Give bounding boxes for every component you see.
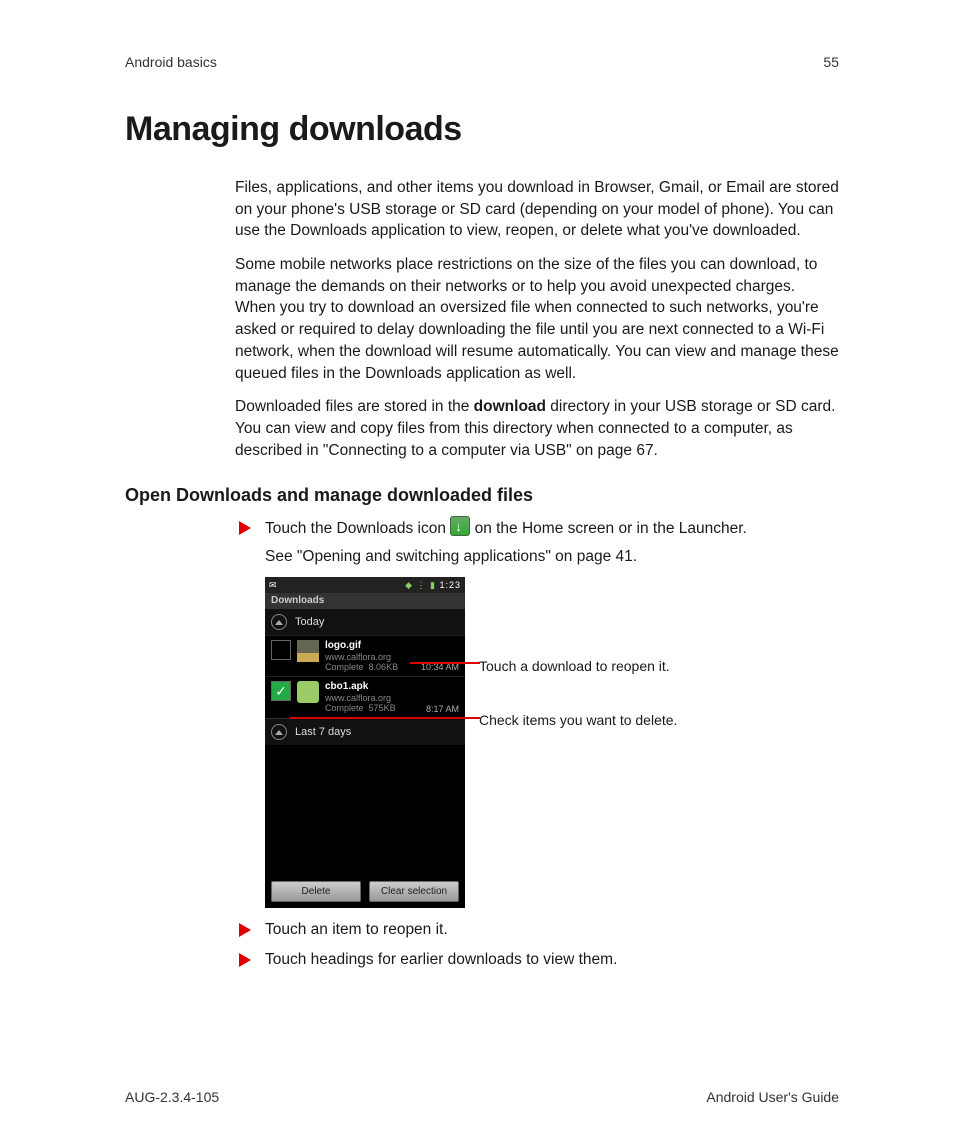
step-subtext: See "Opening and switching applications"… <box>265 545 839 569</box>
figure: ✉ ◆ ⋮ ▮ 1:23 Downloads Today logo.gif ww… <box>265 577 839 907</box>
callout-text: Check items you want to delete. <box>479 711 677 729</box>
download-item[interactable]: logo.gif www.calflora.org Complete 8.06K… <box>265 635 465 676</box>
step-bullet-icon <box>239 953 251 967</box>
section-name: Android basics <box>125 54 217 70</box>
doc-id: AUG-2.3.4-105 <box>125 1089 219 1105</box>
file-thumbnail <box>297 681 319 703</box>
phone-screenshot: ✉ ◆ ⋮ ▮ 1:23 Downloads Today logo.gif ww… <box>265 577 465 907</box>
status-left-icons: ✉ <box>269 580 277 591</box>
page-number: 55 <box>823 54 839 70</box>
button-bar: Delete Clear selection <box>265 875 465 908</box>
step-bullet-icon <box>239 521 251 535</box>
page-title: Managing downloads <box>125 110 839 149</box>
download-item[interactable]: ✓ cbo1.apk www.calflora.org Complete 575… <box>265 676 465 717</box>
callout-line <box>410 662 480 664</box>
callout-line <box>290 717 480 719</box>
clear-selection-button[interactable]: Clear selection <box>369 881 459 902</box>
step-bullet-icon <box>239 923 251 937</box>
running-header: Android basics 55 <box>125 54 839 70</box>
status-right-icons: ◆ ⋮ ▮ 1:23 <box>405 580 461 591</box>
callouts: Touch a download to reopen it. Check ite… <box>479 577 677 765</box>
file-thumbnail <box>297 640 319 662</box>
group-header[interactable]: Today <box>265 608 465 635</box>
collapse-icon <box>271 614 287 630</box>
body-text: Files, applications, and other items you… <box>235 177 839 461</box>
checkbox[interactable] <box>271 640 291 660</box>
app-title: Downloads <box>265 593 465 608</box>
callout-text: Touch a download to reopen it. <box>479 657 677 675</box>
status-bar: ✉ ◆ ⋮ ▮ 1:23 <box>265 577 465 593</box>
step: Touch an item to reopen it. <box>235 918 839 942</box>
doc-title: Android User's Guide <box>706 1089 839 1105</box>
checkbox-checked[interactable]: ✓ <box>271 681 291 701</box>
paragraph: Files, applications, and other items you… <box>235 177 839 242</box>
collapse-icon <box>271 724 287 740</box>
paragraph: Downloaded files are stored in the downl… <box>235 396 839 461</box>
step: Touch headings for earlier downloads to … <box>235 948 839 972</box>
paragraph: Some mobile networks place restrictions … <box>235 254 839 384</box>
running-footer: AUG-2.3.4-105 Android User's Guide <box>125 1089 839 1105</box>
section-heading: Open Downloads and manage downloaded fil… <box>125 485 839 506</box>
downloads-icon <box>450 516 470 536</box>
empty-area <box>265 745 465 875</box>
step: Touch the Downloads icon on the Home scr… <box>235 516 839 569</box>
group-header[interactable]: Last 7 days <box>265 718 465 745</box>
delete-button[interactable]: Delete <box>271 881 361 902</box>
